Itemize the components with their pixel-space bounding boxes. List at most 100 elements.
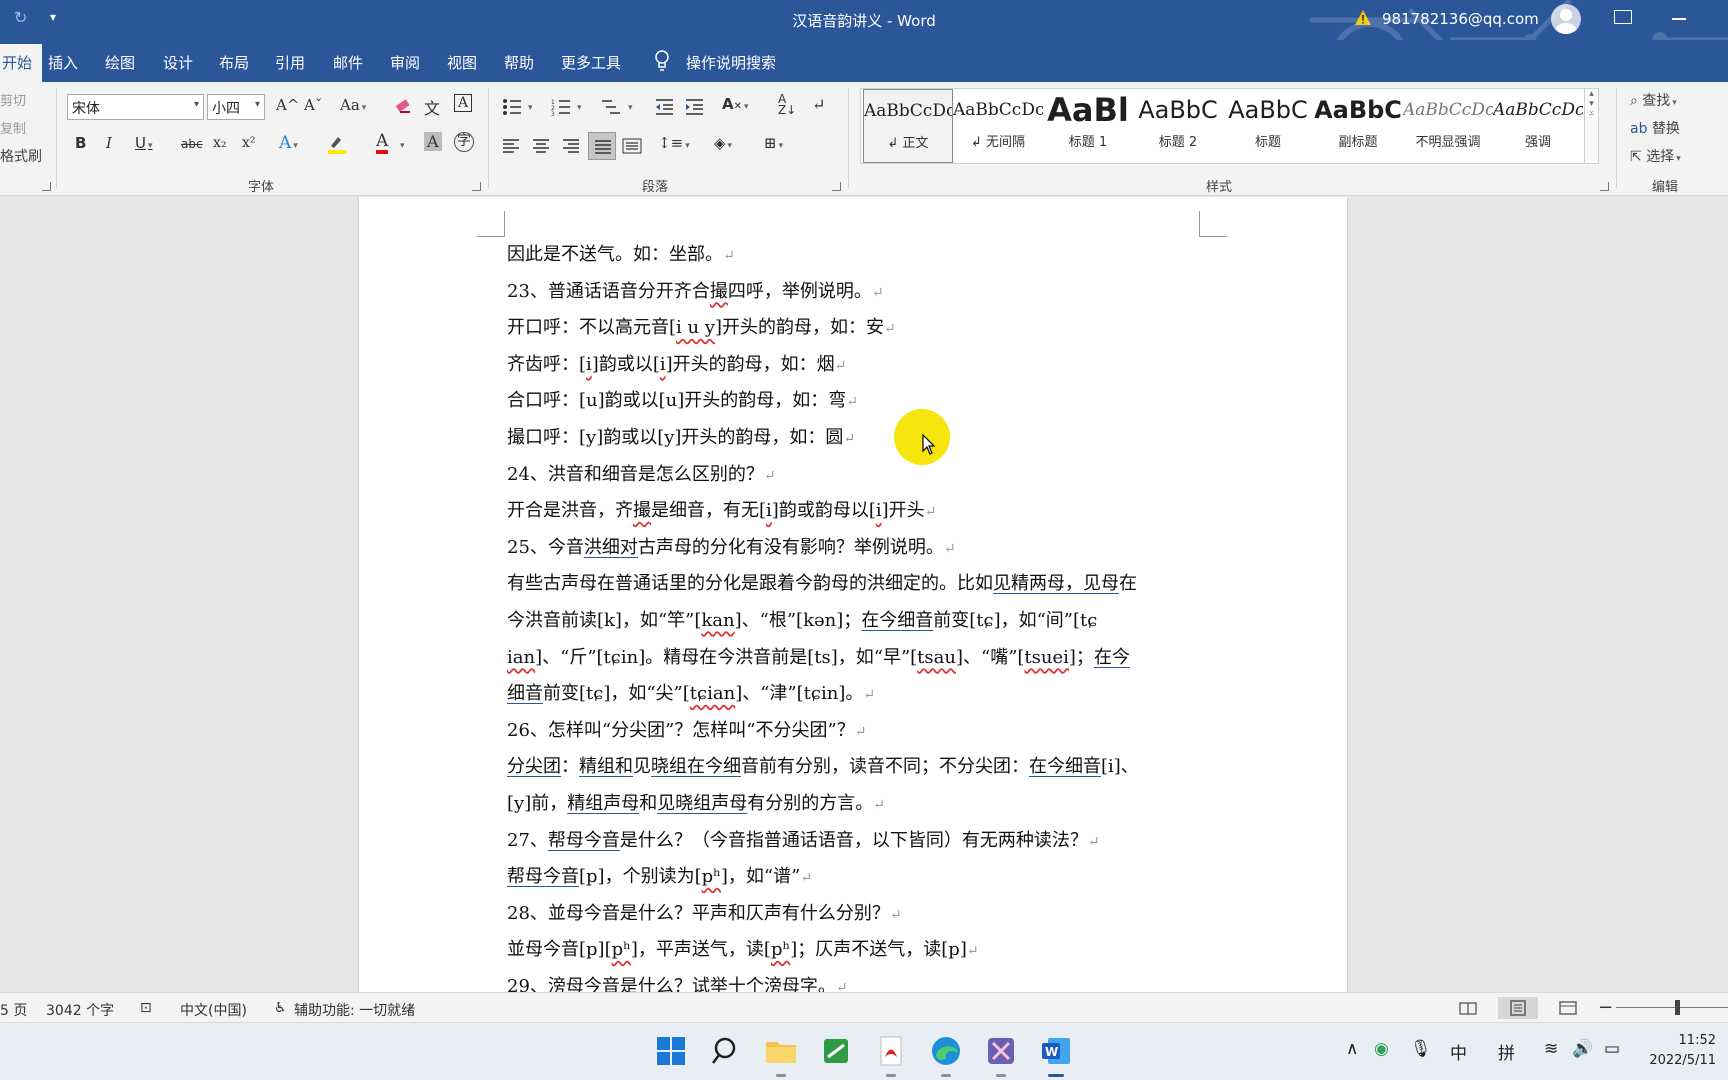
multilevel-list-icon[interactable] — [600, 98, 622, 116]
font-name-select[interactable]: 宋体 — [67, 94, 204, 120]
tab-draw[interactable]: 绘图 — [105, 52, 135, 73]
align-left-icon[interactable] — [502, 138, 520, 154]
show-marks-icon[interactable]: ↵ — [812, 95, 825, 114]
app-button[interactable] — [818, 1033, 854, 1069]
tab-layout[interactable]: 布局 — [219, 52, 249, 73]
highlight-color-icon[interactable] — [326, 134, 348, 154]
edge-browser-button[interactable] — [928, 1033, 964, 1077]
proofing-icon[interactable]: ⊡ — [140, 1000, 152, 1016]
word-count[interactable]: 3042 个字 — [46, 1000, 114, 1020]
file-explorer-button[interactable] — [763, 1033, 799, 1077]
zoom-slider[interactable] — [1616, 1007, 1728, 1008]
bold-button[interactable]: B — [75, 134, 86, 152]
numbering-dropdown[interactable]: ▾ — [575, 96, 582, 114]
select-button[interactable]: ⇱ 选择 ▾ — [1630, 146, 1681, 166]
document-text[interactable]: 因此是不送气。如：坐部。↵ 23、普通话语音分开齐合撮四呼，举例说明。↵ 开口呼… — [507, 237, 1207, 992]
zoom-out-button[interactable]: − — [1598, 997, 1613, 1018]
search-button[interactable] — [708, 1033, 744, 1069]
word-app-button[interactable]: W — [1038, 1033, 1074, 1077]
font-color-icon[interactable]: A — [376, 132, 389, 154]
tab-home[interactable]: 开始 — [0, 44, 43, 82]
tab-mailings[interactable]: 邮件 — [333, 52, 363, 73]
ime-pinyin[interactable]: 拼 — [1498, 1039, 1515, 1064]
enclose-characters-button[interactable]: 字 — [454, 132, 474, 152]
copy-button[interactable]: 复制 — [0, 118, 26, 137]
paragraph-launcher[interactable] — [832, 182, 841, 191]
multilevel-dropdown[interactable]: ▾ — [626, 96, 633, 114]
subscript-button[interactable]: x₂ — [213, 135, 227, 151]
app-button[interactable] — [983, 1033, 1019, 1077]
microphone-icon[interactable]: 🎙 — [1410, 1039, 1432, 1059]
document-page[interactable]: 因此是不送气。如：坐部。↵ 23、普通话语音分开齐合撮四呼，举例说明。↵ 开口呼… — [358, 197, 1348, 992]
shading-icon[interactable]: ◈ ▾ — [714, 134, 732, 152]
wifi-icon[interactable]: ≋ — [1544, 1039, 1558, 1059]
web-layout-icon[interactable] — [1548, 997, 1588, 1019]
character-border-button[interactable]: A — [454, 94, 473, 112]
print-layout-button[interactable] — [1498, 997, 1538, 1019]
accessibility-status[interactable]: 辅助功能: 一切就绪 — [294, 1000, 415, 1020]
tell-me-search[interactable]: 操作说明搜索 — [686, 52, 776, 73]
battery-icon[interactable]: ▭ — [1604, 1039, 1620, 1059]
font-color-dropdown[interactable]: ▾ — [398, 134, 405, 152]
accessibility-icon[interactable]: ♿ — [274, 1000, 287, 1016]
sort-icon[interactable]: A Z↓ — [778, 93, 796, 116]
ime-mode[interactable]: 中 — [1450, 1039, 1467, 1064]
italic-button[interactable]: I — [106, 134, 112, 152]
bullets-icon[interactable] — [502, 98, 522, 116]
shrink-font-button[interactable]: Aˇ — [304, 96, 322, 114]
phonetic-guide-button[interactable]: 文 — [424, 95, 440, 119]
style-emphasis[interactable]: AaBbCcDc 强调 — [1493, 89, 1583, 163]
style-heading-2[interactable]: AaBbC 标题 2 — [1133, 89, 1223, 163]
styles-scroll-buttons[interactable]: ▴ ▾ ⩡ — [1584, 88, 1599, 164]
asian-layout-icon[interactable]: A✕ ▾ — [722, 95, 749, 113]
numbering-icon[interactable]: 123 — [551, 98, 571, 116]
grow-font-button[interactable]: A^ — [276, 96, 299, 114]
read-mode-icon[interactable] — [1448, 997, 1488, 1019]
show-hidden-icons[interactable]: ∧ — [1346, 1039, 1358, 1059]
tab-design[interactable]: 设计 — [163, 52, 193, 73]
style-subtitle[interactable]: AaBbC 副标题 — [1313, 89, 1403, 163]
format-painter-button[interactable]: 格式刷 — [0, 146, 42, 166]
character-shading-icon[interactable]: A — [424, 132, 442, 151]
clock[interactable]: 11:52 2022/5/11 — [1646, 1031, 1716, 1071]
styles-launcher[interactable] — [1600, 182, 1609, 191]
find-button[interactable]: ⌕ 查找 ▾ — [1630, 90, 1677, 110]
strikethrough-button[interactable]: abc — [181, 137, 203, 151]
pdf-reader-button[interactable] — [873, 1033, 909, 1077]
language-status[interactable]: 中文(中国) — [180, 1000, 247, 1020]
borders-icon[interactable]: ⊞ ▾ — [764, 134, 783, 152]
tab-help[interactable]: 帮助 — [504, 52, 534, 73]
style-no-spacing[interactable]: AaBbCcDc ↲ 无间隔 — [953, 89, 1043, 163]
tab-review[interactable]: 审阅 — [390, 52, 420, 73]
page-count[interactable]: 5 页 — [0, 1000, 27, 1020]
increase-indent-icon[interactable] — [684, 98, 704, 116]
align-right-icon[interactable] — [562, 138, 580, 154]
justify-button[interactable] — [588, 132, 616, 160]
style-heading-1[interactable]: AaBl 标题 1 — [1043, 89, 1133, 163]
font-launcher[interactable] — [472, 182, 481, 191]
style-normal[interactable]: AaBbCcDc ↲ 正文 — [863, 89, 953, 163]
volume-icon[interactable]: 🔊 — [1572, 1039, 1593, 1059]
tab-view[interactable]: 视图 — [447, 52, 477, 73]
tab-more-tools[interactable]: 更多工具 — [561, 52, 621, 73]
style-subtle-emphasis[interactable]: AaBbCcDc 不明显强调 — [1403, 89, 1493, 163]
bullets-dropdown[interactable]: ▾ — [526, 96, 533, 114]
clipboard-launcher[interactable] — [42, 182, 51, 191]
cut-button[interactable]: 剪切 — [0, 90, 26, 109]
superscript-button[interactable]: x² — [242, 135, 256, 151]
tab-references[interactable]: 引用 — [275, 52, 305, 73]
font-size-select[interactable]: 小四 — [207, 94, 265, 120]
distributed-icon[interactable] — [622, 138, 642, 154]
tab-insert[interactable]: 插入 — [48, 52, 78, 73]
start-button[interactable] — [653, 1033, 689, 1069]
zoom-slider-thumb[interactable] — [1675, 1000, 1680, 1015]
clear-formatting-icon[interactable] — [394, 98, 414, 116]
style-title[interactable]: AaBbC 标题 — [1223, 89, 1313, 163]
underline-button[interactable]: U ▾ — [135, 134, 153, 152]
app-tray-icon[interactable]: ◉ — [1374, 1039, 1389, 1059]
text-effects-icon[interactable]: A ▾ — [279, 133, 298, 153]
line-spacing-icon[interactable]: ↕≡ ▾ — [658, 134, 690, 152]
replace-button[interactable]: ab 替换 — [1630, 118, 1680, 138]
align-center-icon[interactable] — [532, 138, 550, 154]
change-case-button[interactable]: Aa ▾ — [340, 96, 366, 114]
